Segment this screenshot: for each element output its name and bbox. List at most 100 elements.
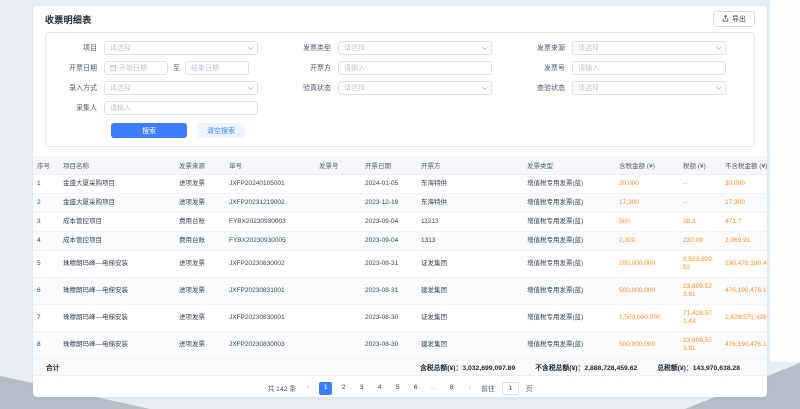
table-cell: 1313 [417, 232, 523, 251]
table-row[interactable]: 8珠穆朗玛峰—电梯安装进项发票JXFP202308300032023-08-30… [33, 332, 767, 359]
table-cell [315, 175, 361, 194]
column-invoice-source: 发票来源 [175, 156, 225, 175]
invoice-no-input-placeholder: 请输入 [578, 63, 720, 73]
table-header-row: 序号 项目名称 发票来源 单号 发票号 开票日期 开票方 发票类型 含税金额 (… [33, 156, 767, 175]
table-cell: 2023-08-30 [361, 332, 417, 359]
export-icon [722, 15, 729, 24]
column-order-no: 单号 [225, 156, 315, 175]
invoice-type-select-placeholder: 请选择 [344, 43, 482, 53]
total-tax: 总税额(¥)：143,970,638.28 [657, 362, 740, 372]
table-row[interactable]: 7珠穆朗玛峰—电梯安装进项发票JXFP202308300012023-08-30… [33, 305, 767, 332]
filter-entry-method-label: 录入方式 [46, 83, 104, 93]
filter-issuer-label: 开票方 [280, 63, 338, 73]
filter-panel: 项目 请选择 发票类型 请选择 发票来源 请选择 [45, 32, 755, 147]
column-tax: 税额 (¥) [679, 156, 721, 175]
invoice-date-start-input[interactable]: 开始日期 [104, 61, 168, 75]
table-cell: 东海特供 [417, 194, 523, 213]
invoice-table: 序号 项目名称 发票来源 单号 发票号 开票日期 开票方 发票类型 含税金额 (… [33, 156, 767, 359]
table-cell: 成本管控项目 [59, 213, 175, 232]
next-page-button[interactable]: › [463, 382, 476, 395]
prev-page-button[interactable]: ‹ [301, 382, 314, 395]
summary-row: 合计 含税总额(¥)：3,032,699,097.89 不含税总额(¥)：2,8… [33, 359, 767, 376]
chevron-down-icon [716, 84, 722, 90]
invoice-date-end-placeholder: 结束日期 [191, 63, 243, 73]
invoice-no-input[interactable]: 请输入 [572, 61, 726, 75]
chevron-down-icon [482, 44, 488, 50]
table-body: 1金盛大厦采购项目进项发票JXFP202401050012024-01-05东海… [33, 175, 767, 359]
invoice-source-select[interactable]: 请选择 [572, 41, 726, 55]
filter-collector-label: 采集人 [46, 103, 104, 113]
filter-collector: 采集人 请输入 [46, 101, 280, 115]
page-button-4[interactable]: 4 [373, 382, 386, 395]
page-button-1[interactable]: 1 [319, 382, 332, 395]
clear-search-button[interactable]: 清空搜索 [197, 123, 245, 138]
table-cell [315, 194, 361, 213]
page-button-2[interactable]: 2 [337, 382, 350, 395]
table-cell: 增值税专用发票(蓝) [523, 278, 615, 305]
table-cell: 进项发票 [175, 251, 225, 278]
table-row[interactable]: 4成本管控项目费用台账FYBX202309300052023-09-041313… [33, 232, 767, 251]
filter-project: 项目 请选择 [46, 41, 280, 55]
window-right-strip [770, 0, 800, 362]
calendar-icon [110, 65, 116, 71]
table-cell: 增值税专用发票(蓝) [523, 251, 615, 278]
table-cell: 476,190,476.19 [721, 278, 767, 305]
page-button-8[interactable]: 8 [445, 382, 458, 395]
check-status-select[interactable]: 请选择 [572, 81, 726, 95]
table-cell: 2023-08-31 [361, 251, 417, 278]
table-cell: 建发集团 [417, 332, 523, 359]
issuer-input[interactable]: 请输入 [338, 61, 492, 75]
table-cell: 17,300 [615, 194, 679, 213]
table-row[interactable]: 5珠穆朗玛峰—电梯安装进项发票JXFP202308300022023-08-31… [33, 251, 767, 278]
table-cell: 增值税专用发票(蓝) [523, 332, 615, 359]
goto-label: 前往 [481, 383, 495, 393]
pagination: 共 142 条 ‹ 123456...8 › 前往 1 页 [33, 376, 767, 397]
entry-method-select[interactable]: 请选择 [104, 81, 258, 95]
table-cell: 230.09 [679, 232, 721, 251]
table-cell: 30,000 [615, 175, 679, 194]
filter-verify-status-label: 验真状态 [280, 83, 338, 93]
total-with-tax: 含税总额(¥)：3,032,699,097.89 [420, 362, 515, 372]
column-invoice-type: 发票类型 [523, 156, 615, 175]
invoice-type-select[interactable]: 请选择 [338, 41, 492, 55]
table-cell: 证发集团 [417, 251, 523, 278]
table-cell: JXFP20231219002 [225, 194, 315, 213]
table-row[interactable]: 1金盛大厦采购项目进项发票JXFP202401050012024-01-05东海… [33, 175, 767, 194]
table-cell: 增值税专用发票(蓝) [523, 194, 615, 213]
export-button[interactable]: 导出 [713, 11, 755, 27]
issuer-input-placeholder: 请输入 [344, 63, 486, 73]
verify-status-select[interactable]: 请选择 [338, 81, 492, 95]
table-cell: 6 [33, 278, 59, 305]
table-cell: 1 [33, 175, 59, 194]
chevron-down-icon [716, 44, 722, 50]
goto-page-input[interactable]: 1 [502, 382, 519, 395]
page-button-5[interactable]: 5 [391, 382, 404, 395]
table-cell: 成本管控项目 [59, 232, 175, 251]
search-button[interactable]: 搜索 [111, 123, 187, 138]
table-cell [315, 213, 361, 232]
table-cell: 28.3 [679, 213, 721, 232]
column-project-name: 项目名称 [59, 156, 175, 175]
table-cell: 增值税专用发票(蓝) [523, 305, 615, 332]
table-cell: 3 [33, 213, 59, 232]
table-cell: 2,300 [615, 232, 679, 251]
table-cell [315, 251, 361, 278]
filter-check-status-label: 查验状态 [514, 83, 572, 93]
table-cell: 进项发票 [175, 194, 225, 213]
table-cell: 2023-09-04 [361, 232, 417, 251]
table-cell [315, 305, 361, 332]
table-cell [315, 278, 361, 305]
table-cell: 5 [33, 251, 59, 278]
table-cell: 30,000 [721, 175, 767, 194]
table-row[interactable]: 3成本管控项目费用台账FYBX202309300032023-09-041121… [33, 213, 767, 232]
invoice-date-end-input[interactable]: 结束日期 [185, 61, 249, 75]
filter-invoice-no: 发票号 请输入 [514, 61, 748, 75]
table-row[interactable]: 2金盛大厦采购项目进项发票JXFP202312190022023-12-19东海… [33, 194, 767, 213]
project-select[interactable]: 请选择 [104, 41, 258, 55]
page-ellipsis: ... [427, 382, 440, 395]
collector-input[interactable]: 请输入 [104, 101, 258, 115]
page-button-3[interactable]: 3 [355, 382, 368, 395]
table-row[interactable]: 6珠穆朗玛峰—电梯安装进项发票JXFP202308310012023-08-31… [33, 278, 767, 305]
page-button-6[interactable]: 6 [409, 382, 422, 395]
table-cell: 500,000,000 [615, 278, 679, 305]
